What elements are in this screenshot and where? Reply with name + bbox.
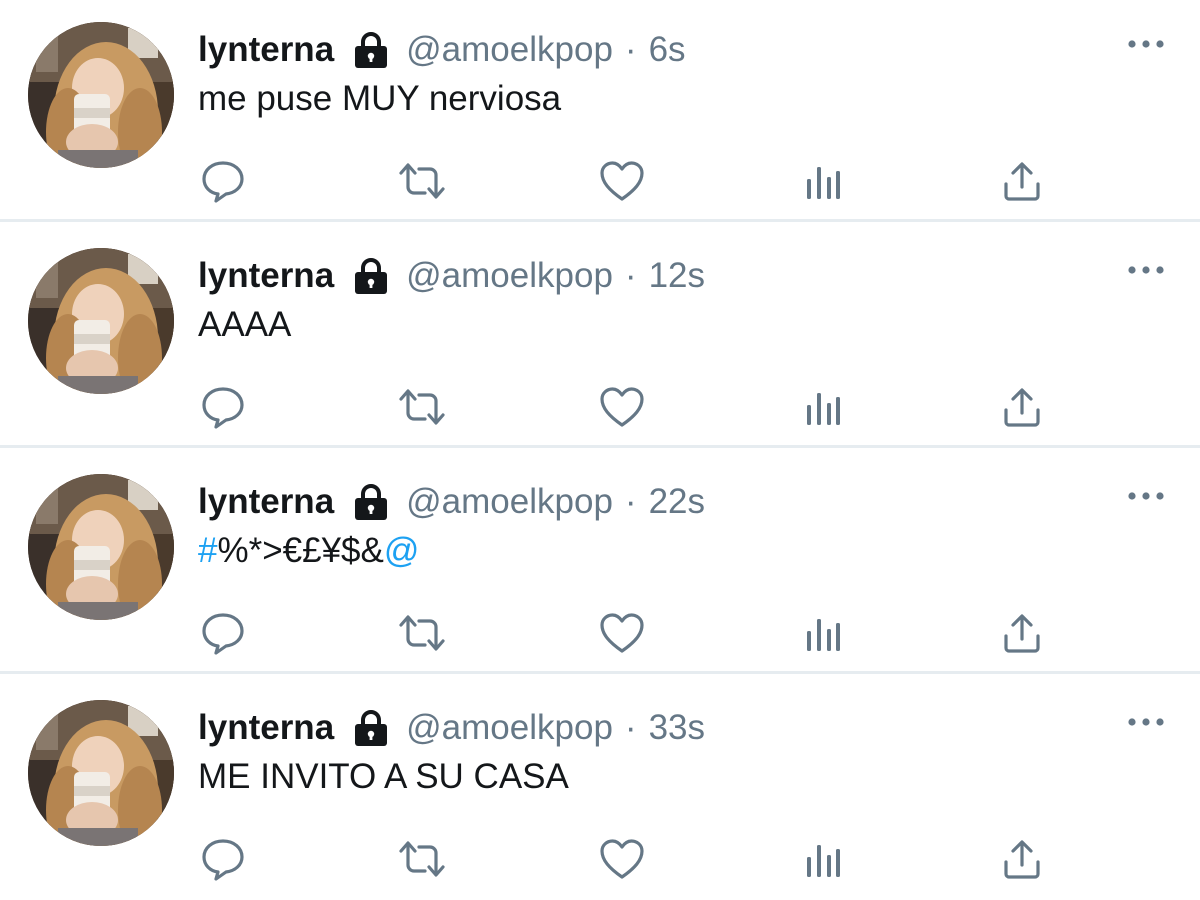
timestamp[interactable]: 12s [649,252,705,300]
avatar[interactable] [28,700,174,846]
more-icon [1126,714,1166,732]
reply-button[interactable] [198,382,248,432]
hashtag-link[interactable]: # [198,531,217,570]
analytics-icon [803,161,843,201]
analytics-icon [803,839,843,879]
more-button[interactable] [1122,708,1170,738]
display-name[interactable]: lynterna [198,26,334,74]
tweet[interactable]: lynterna @amoelkpop · 33s ME INVITO A SU… [0,678,1200,900]
avatar[interactable] [28,474,174,620]
separator: · [624,482,637,521]
like-icon [599,386,645,428]
timestamp[interactable]: 6s [649,26,686,74]
user-handle[interactable]: @amoelkpop [406,26,613,74]
timestamp[interactable]: 33s [649,704,705,752]
analytics-button[interactable] [798,382,848,432]
lock-icon [352,30,390,70]
separator: · [624,256,637,295]
reply-button[interactable] [198,608,248,658]
retweet-button[interactable] [397,156,447,206]
tweet-header: lynterna @amoelkpop · 33s [198,704,705,752]
timestamp[interactable]: 22s [649,478,705,526]
separator: · [624,30,637,69]
like-button[interactable] [597,156,647,206]
tweet-actions [0,834,1200,884]
retweet-button[interactable] [397,608,447,658]
tweet-header: lynterna @amoelkpop · 6s [198,26,686,74]
tweet-body: ME INVITO A SU CASA [198,754,569,800]
share-icon [1001,386,1043,428]
retweet-icon [397,161,447,201]
display-name[interactable]: lynterna [198,252,334,300]
reply-icon [200,158,246,204]
reply-icon [200,610,246,656]
display-name[interactable]: lynterna [198,704,334,752]
retweet-icon [397,387,447,427]
lock-icon [352,482,390,522]
tweet-body: #%*>€£¥$&@ [198,528,419,574]
tweet-actions [0,608,1200,658]
user-handle[interactable]: @amoelkpop [406,704,613,752]
tweet[interactable]: lynterna @amoelkpop · 22s #%*>€£¥$&@ [0,452,1200,674]
tweet-header: lynterna @amoelkpop · 22s [198,478,705,526]
reply-icon [200,384,246,430]
analytics-icon [803,613,843,653]
more-icon [1126,488,1166,506]
retweet-icon [397,839,447,879]
share-button[interactable] [997,156,1047,206]
like-button[interactable] [597,834,647,884]
analytics-icon [803,387,843,427]
share-icon [1001,612,1043,654]
tweet-text: me puse MUY nerviosa [198,79,562,118]
retweet-button[interactable] [397,834,447,884]
reply-button[interactable] [198,156,248,206]
lock-icon [352,256,390,296]
share-button[interactable] [997,608,1047,658]
tweet-body: me puse MUY nerviosa [198,76,561,122]
more-button[interactable] [1122,482,1170,512]
avatar[interactable] [28,248,174,394]
analytics-button[interactable] [798,156,848,206]
lock-icon [352,708,390,748]
tweet-text: ME INVITO A SU CASA [198,757,569,796]
more-button[interactable] [1122,30,1170,60]
tweet-header: lynterna @amoelkpop · 12s [198,252,705,300]
reply-button[interactable] [198,834,248,884]
tweet-actions [0,382,1200,432]
mention-link[interactable]: @ [384,531,420,570]
share-button[interactable] [997,834,1047,884]
tweet-actions [0,156,1200,206]
tweet[interactable]: lynterna @amoelkpop · 6s me puse MUY ner… [0,0,1200,222]
separator: · [624,708,637,747]
user-handle[interactable]: @amoelkpop [406,478,613,526]
timeline: lynterna @amoelkpop · 6s me puse MUY ner… [0,0,1200,899]
retweet-icon [397,613,447,653]
like-button[interactable] [597,382,647,432]
analytics-button[interactable] [798,834,848,884]
tweet[interactable]: lynterna @amoelkpop · 12s AAAA [0,226,1200,448]
share-button[interactable] [997,382,1047,432]
share-icon [1001,160,1043,202]
retweet-button[interactable] [397,382,447,432]
display-name[interactable]: lynterna [198,478,334,526]
tweet-body: AAAA [198,302,291,348]
analytics-button[interactable] [798,608,848,658]
reply-icon [200,836,246,882]
avatar[interactable] [28,22,174,168]
like-button[interactable] [597,608,647,658]
more-icon [1126,36,1166,54]
more-button[interactable] [1122,256,1170,286]
user-handle[interactable]: @amoelkpop [406,252,613,300]
tweet-text: AAAA [198,305,292,344]
more-icon [1126,262,1166,280]
like-icon [599,838,645,880]
share-icon [1001,838,1043,880]
tweet-text: %*>€£¥$& [217,531,384,570]
like-icon [599,160,645,202]
like-icon [599,612,645,654]
